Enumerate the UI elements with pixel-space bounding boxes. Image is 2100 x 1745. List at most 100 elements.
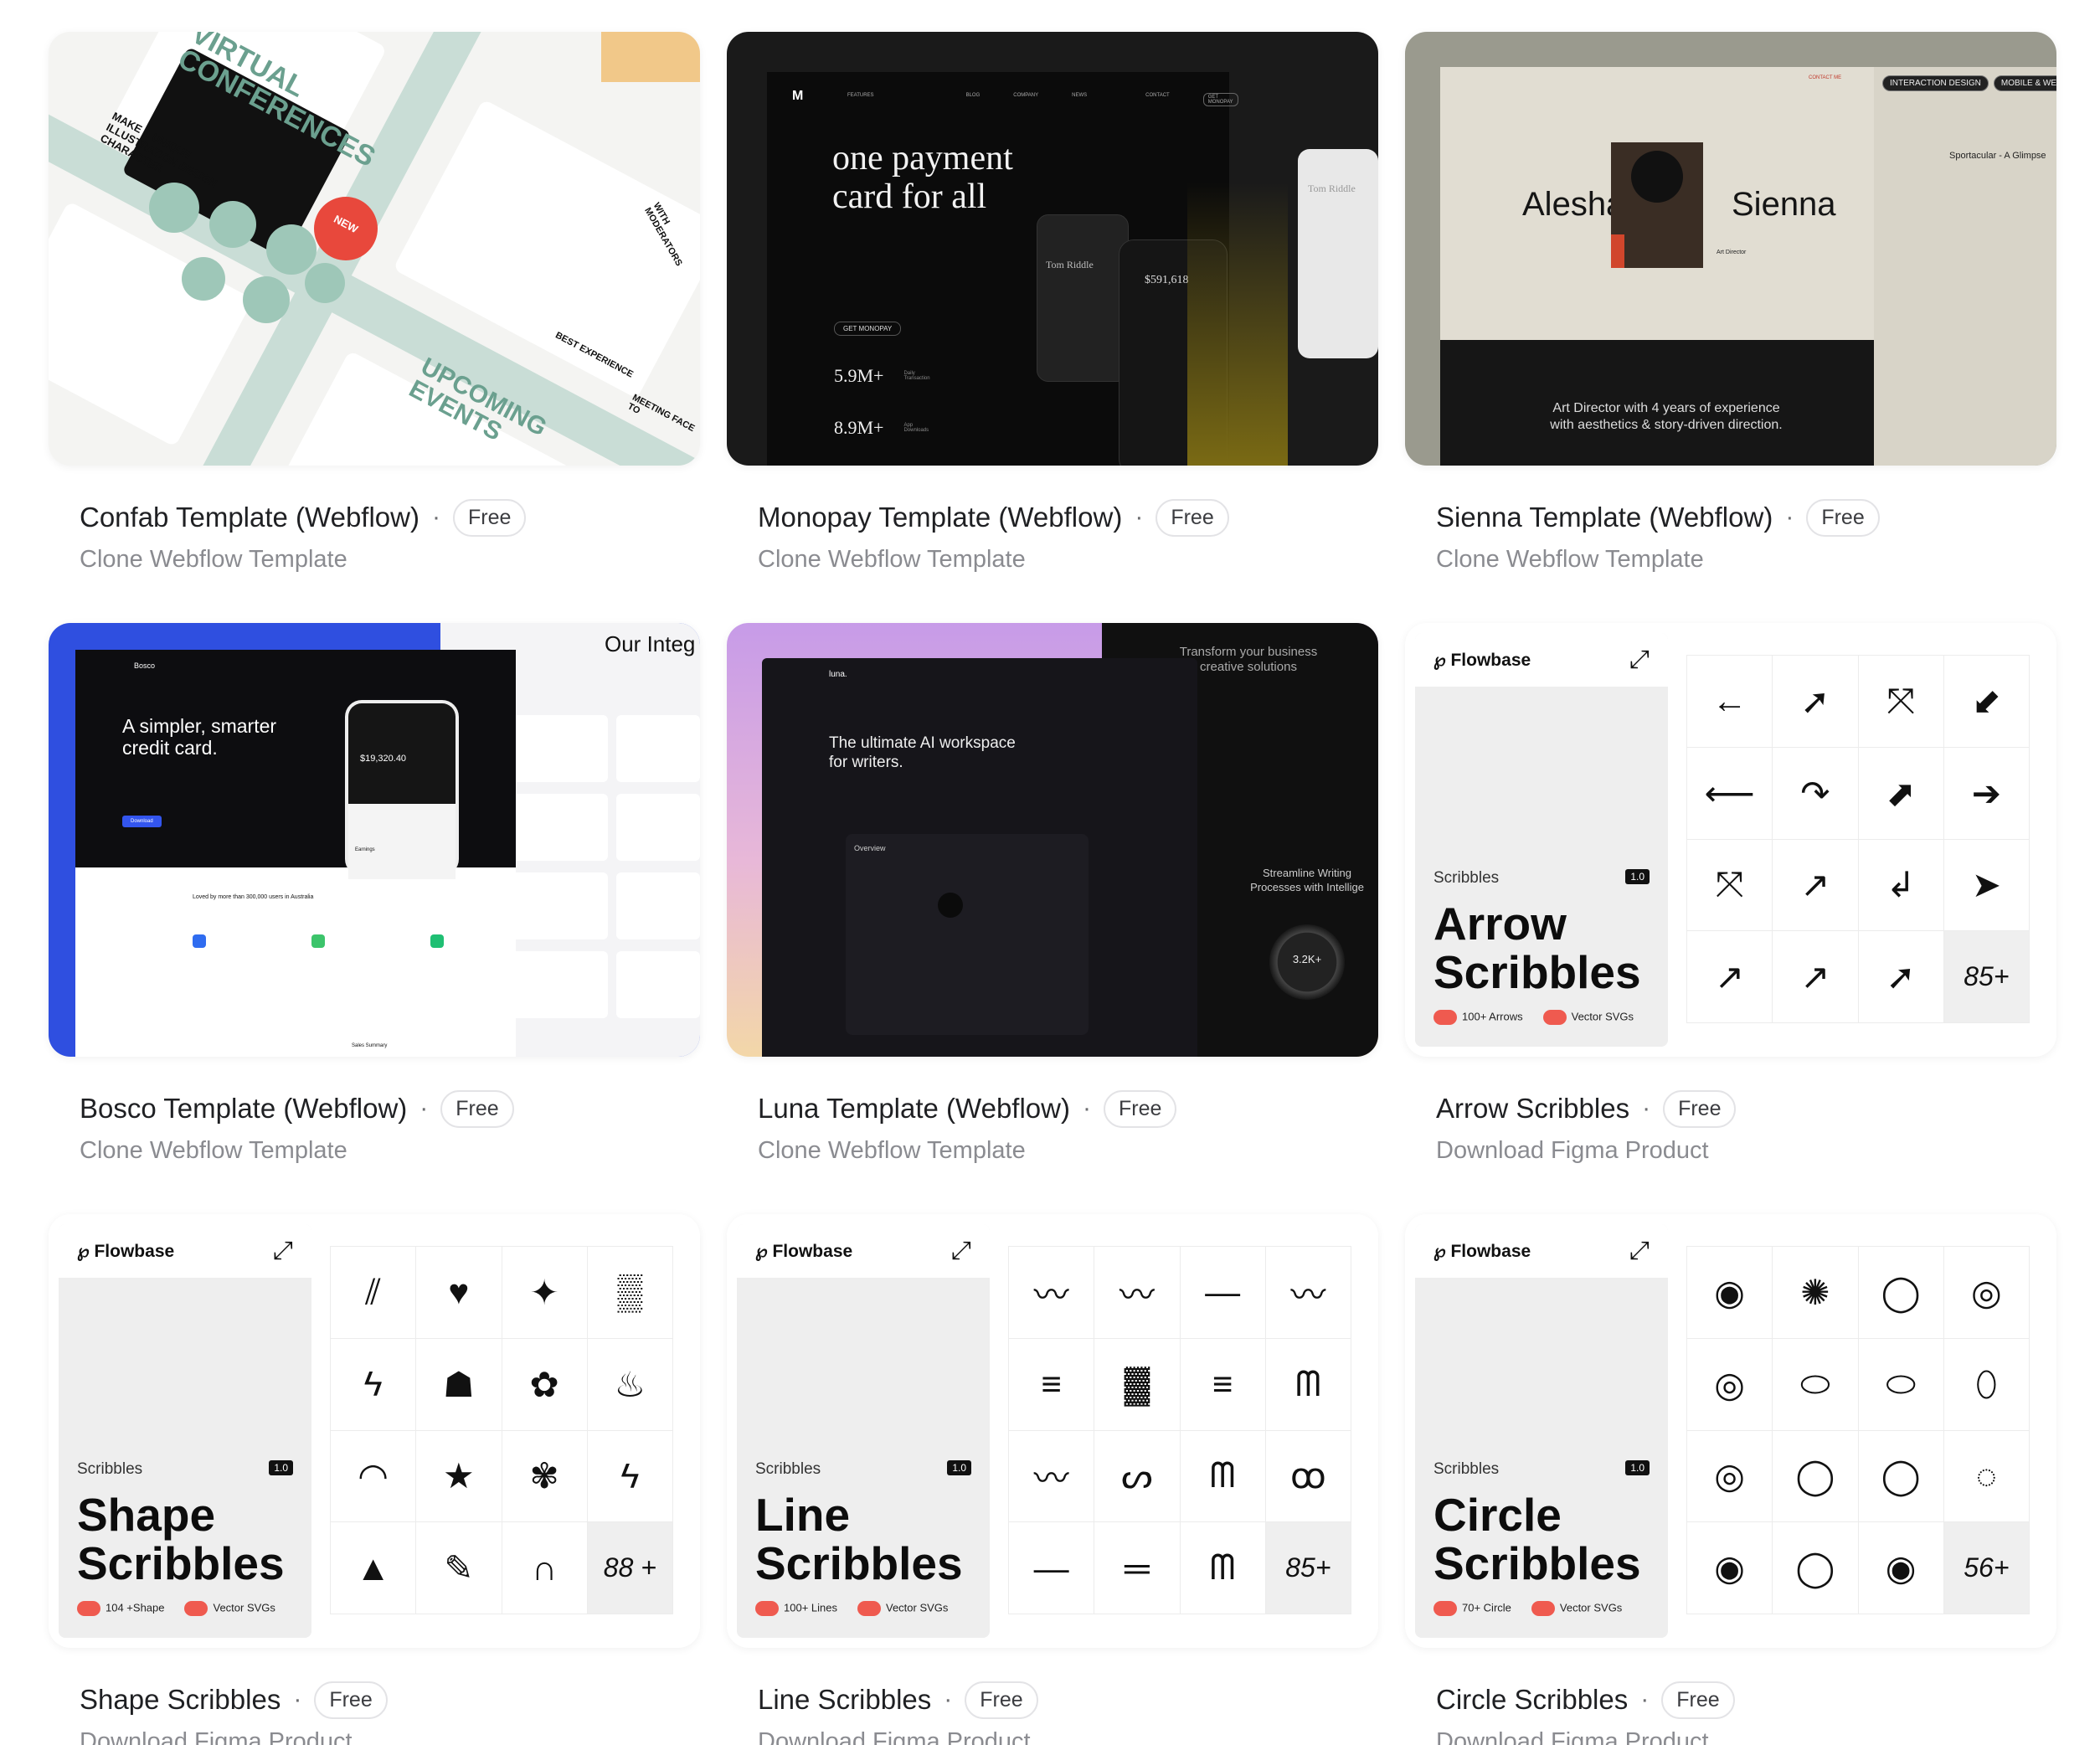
cover-title: Shape Scribbles (77, 1490, 285, 1588)
tag-pill: INTERACTION DESIGN (1882, 75, 1989, 91)
scribble-sample: ⤧ (1687, 839, 1773, 932)
more-count: 56+ (1943, 1522, 2030, 1614)
nav-link: BLOG (965, 93, 981, 98)
card-title[interactable]: Bosco Template (Webflow) (80, 1093, 407, 1125)
cover-features: 70+ Circle Vector SVGs (1433, 1601, 1622, 1616)
sienna-dark-band: Art Director with 4 years of experience … (1440, 340, 1874, 466)
flowbase-logo: ℘ Flowbase (1433, 650, 1531, 670)
card-subtitle[interactable]: Clone Webflow Template (758, 546, 1026, 574)
card-thumbnail[interactable]: Transform your business creative solutio… (727, 623, 1378, 1057)
card-subtitle[interactable]: Download Figma Product (1436, 1728, 1709, 1745)
card-title[interactable]: Sienna Template (Webflow) (1436, 502, 1773, 533)
feature-label: 100+ Arrows (1462, 1010, 1523, 1023)
scribble-sample: ✿ (502, 1338, 588, 1431)
scribble-grid: ⫽ ♥ ✦ ▒ ϟ ☗ ✿ ♨ ◠ ★ ✾ ϟ ▲ ✎ ∩ 88 + (330, 1246, 673, 1614)
card-thumbnail[interactable]: ℘ Flowbase ⤢ Scribbles 1.0 Line Scribble… (727, 1214, 1378, 1648)
scribble-sample: ◎ (1943, 1247, 2030, 1339)
check-icon (1433, 1601, 1457, 1616)
card-title[interactable]: Shape Scribbles (80, 1684, 281, 1716)
bosco-main-page: Bosco A simpler, smarter credit card. Do… (75, 650, 516, 1057)
scribble-sample: ← (1687, 656, 1773, 748)
card-thumbnail[interactable]: ℘ Flowbase ⤢ Scribbles 1.0 Arrow Scribbl… (1405, 623, 2056, 1057)
scribble-grid: 〰〰 — 〰 ≡ ▓ ≡ ᗰ 〰 ᔕ ᗰ ꝏ — ═ ᗰ 85+ (1008, 1246, 1351, 1614)
cover-title-line-2: Scribbles (1433, 1537, 1641, 1589)
feature-item: 70+ Circle (1433, 1601, 1511, 1616)
cover-topbar: ℘ Flowbase ⤢ (737, 1224, 990, 1278)
monopay-browser: M FEATURES BLOG COMPANY NEWS CONTACT GET… (767, 72, 1238, 466)
scribble-sample: ▓ (1094, 1338, 1181, 1431)
card-title[interactable]: Arrow Scribbles (1436, 1093, 1629, 1125)
scribble-sample: 〰 (1009, 1430, 1095, 1523)
scribble-sample: ⬋ (1943, 656, 2030, 748)
scribble-sample: ⬯ (1943, 1338, 2030, 1431)
feature-label: 70+ Circle (1462, 1601, 1511, 1614)
scribble-sample: ◉ (1687, 1247, 1773, 1339)
card-thumbnail[interactable]: Alesha Sienna CONTACT ME Art Director Ar… (1405, 32, 2056, 466)
cover-title-line-1: Line (755, 1489, 851, 1541)
cover-topbar: ℘ Flowbase ⤢ (59, 1224, 311, 1278)
nav-link: NEWS (1072, 93, 1088, 98)
card-title-row: Sienna Template (Webflow) · Free (1436, 497, 1880, 538)
sienna-portrait (1611, 142, 1703, 268)
scribble-sample: ✾ (502, 1430, 588, 1523)
scribble-sample: ◉ (1687, 1522, 1773, 1614)
cover-title-line-1: Shape (77, 1489, 216, 1541)
cover-topbar: ℘ Flowbase ⤢ (1415, 633, 1668, 687)
card-title[interactable]: Circle Scribbles (1436, 1684, 1628, 1716)
separator-dot: · (1785, 503, 1794, 531)
luna-stat-ring: 3.2K+ (1269, 924, 1345, 1000)
scribble-sample: ◉ (1858, 1522, 1944, 1614)
cover-title-line-1: Arrow (1433, 898, 1567, 950)
card-subtitle[interactable]: Clone Webflow Template (1436, 546, 1704, 574)
scribble-sample: ᗰ (1180, 1522, 1266, 1614)
nav-link: COMPANY (1013, 93, 1039, 98)
card-subtitle[interactable]: Clone Webflow Template (758, 1137, 1026, 1165)
bosco-cta: Download (122, 816, 162, 827)
price-badge: Free (1663, 1089, 1737, 1128)
separator-dot: · (1642, 1094, 1651, 1122)
price-badge: Free (1806, 498, 1880, 537)
check-icon (755, 1601, 779, 1616)
sienna-side-title: Sportacular - A Glimpse (1949, 151, 2046, 161)
card-subtitle[interactable]: Download Figma Product (758, 1728, 1031, 1745)
scribble-sample: ⬭ (1858, 1338, 1944, 1431)
bosco-brand: Bosco (134, 661, 156, 670)
card-title[interactable]: Luna Template (Webflow) (758, 1093, 1070, 1125)
more-count: 88 + (587, 1522, 673, 1614)
scribble-sample: ᗰ (1180, 1430, 1266, 1523)
card-subtitle[interactable]: Download Figma Product (1436, 1137, 1709, 1165)
monopay-logo: M (792, 89, 804, 103)
nav-cta: GET MONOPAY (1202, 93, 1238, 106)
monopay-card-graphic: Tom Riddle (1037, 214, 1129, 382)
card-thumbnail[interactable]: Our Integ Bosco A simpler, smarter credi… (49, 623, 700, 1057)
card-title-row: Circle Scribbles · Free (1436, 1680, 1735, 1720)
card-subtitle[interactable]: Clone Webflow Template (80, 546, 347, 574)
card-subtitle[interactable]: Download Figma Product (80, 1728, 353, 1745)
check-icon (1531, 1601, 1555, 1616)
monopay-glow (1187, 183, 1288, 466)
card-title[interactable]: Monopay Template (Webflow) (758, 502, 1122, 533)
separator-dot: · (419, 1094, 429, 1122)
bosco-side-title: Our Integ (605, 631, 696, 656)
card-thumbnail[interactable]: M FEATURES BLOG COMPANY NEWS CONTACT GET… (727, 32, 1378, 466)
card-thumbnail[interactable]: ℘ Flowbase ⤢ Scribbles 1.0 Circle Scribb… (1405, 1214, 2056, 1648)
feature-label: Vector SVGs (1559, 1601, 1623, 1614)
version-badge: 1.0 (947, 1460, 971, 1475)
luna-brand: luna. (829, 670, 847, 679)
scribble-sample: 〰 (1265, 1247, 1351, 1339)
feature-item: Vector SVGs (1531, 1601, 1622, 1616)
card-thumbnail[interactable]: VIRTUAL CONFERENCES MAKE A UNIQUE ILLUST… (49, 32, 700, 466)
card-subtitle[interactable]: Clone Webflow Template (80, 1137, 347, 1165)
cover-panel: ℘ Flowbase ⤢ Scribbles 1.0 Circle Scribb… (1415, 1224, 1668, 1638)
scribble-sample: ♨ (587, 1338, 673, 1431)
check-icon (1433, 1010, 1457, 1025)
scribble-sample: ↷ (1773, 747, 1859, 840)
luna-overview: Overview (854, 844, 886, 852)
scribble-sample: 〰 (1009, 1247, 1095, 1339)
card-title[interactable]: Line Scribbles (758, 1684, 931, 1716)
card-thumbnail[interactable]: ℘ Flowbase ⤢ Scribbles 1.0 Shape Scribbl… (49, 1214, 700, 1648)
card-title-row: Arrow Scribbles · Free (1436, 1089, 1737, 1129)
card-title[interactable]: Confab Template (Webflow) (80, 502, 419, 533)
scribble-sample: 〰 (1094, 1247, 1181, 1339)
brand-name: Flowbase (1450, 650, 1531, 670)
